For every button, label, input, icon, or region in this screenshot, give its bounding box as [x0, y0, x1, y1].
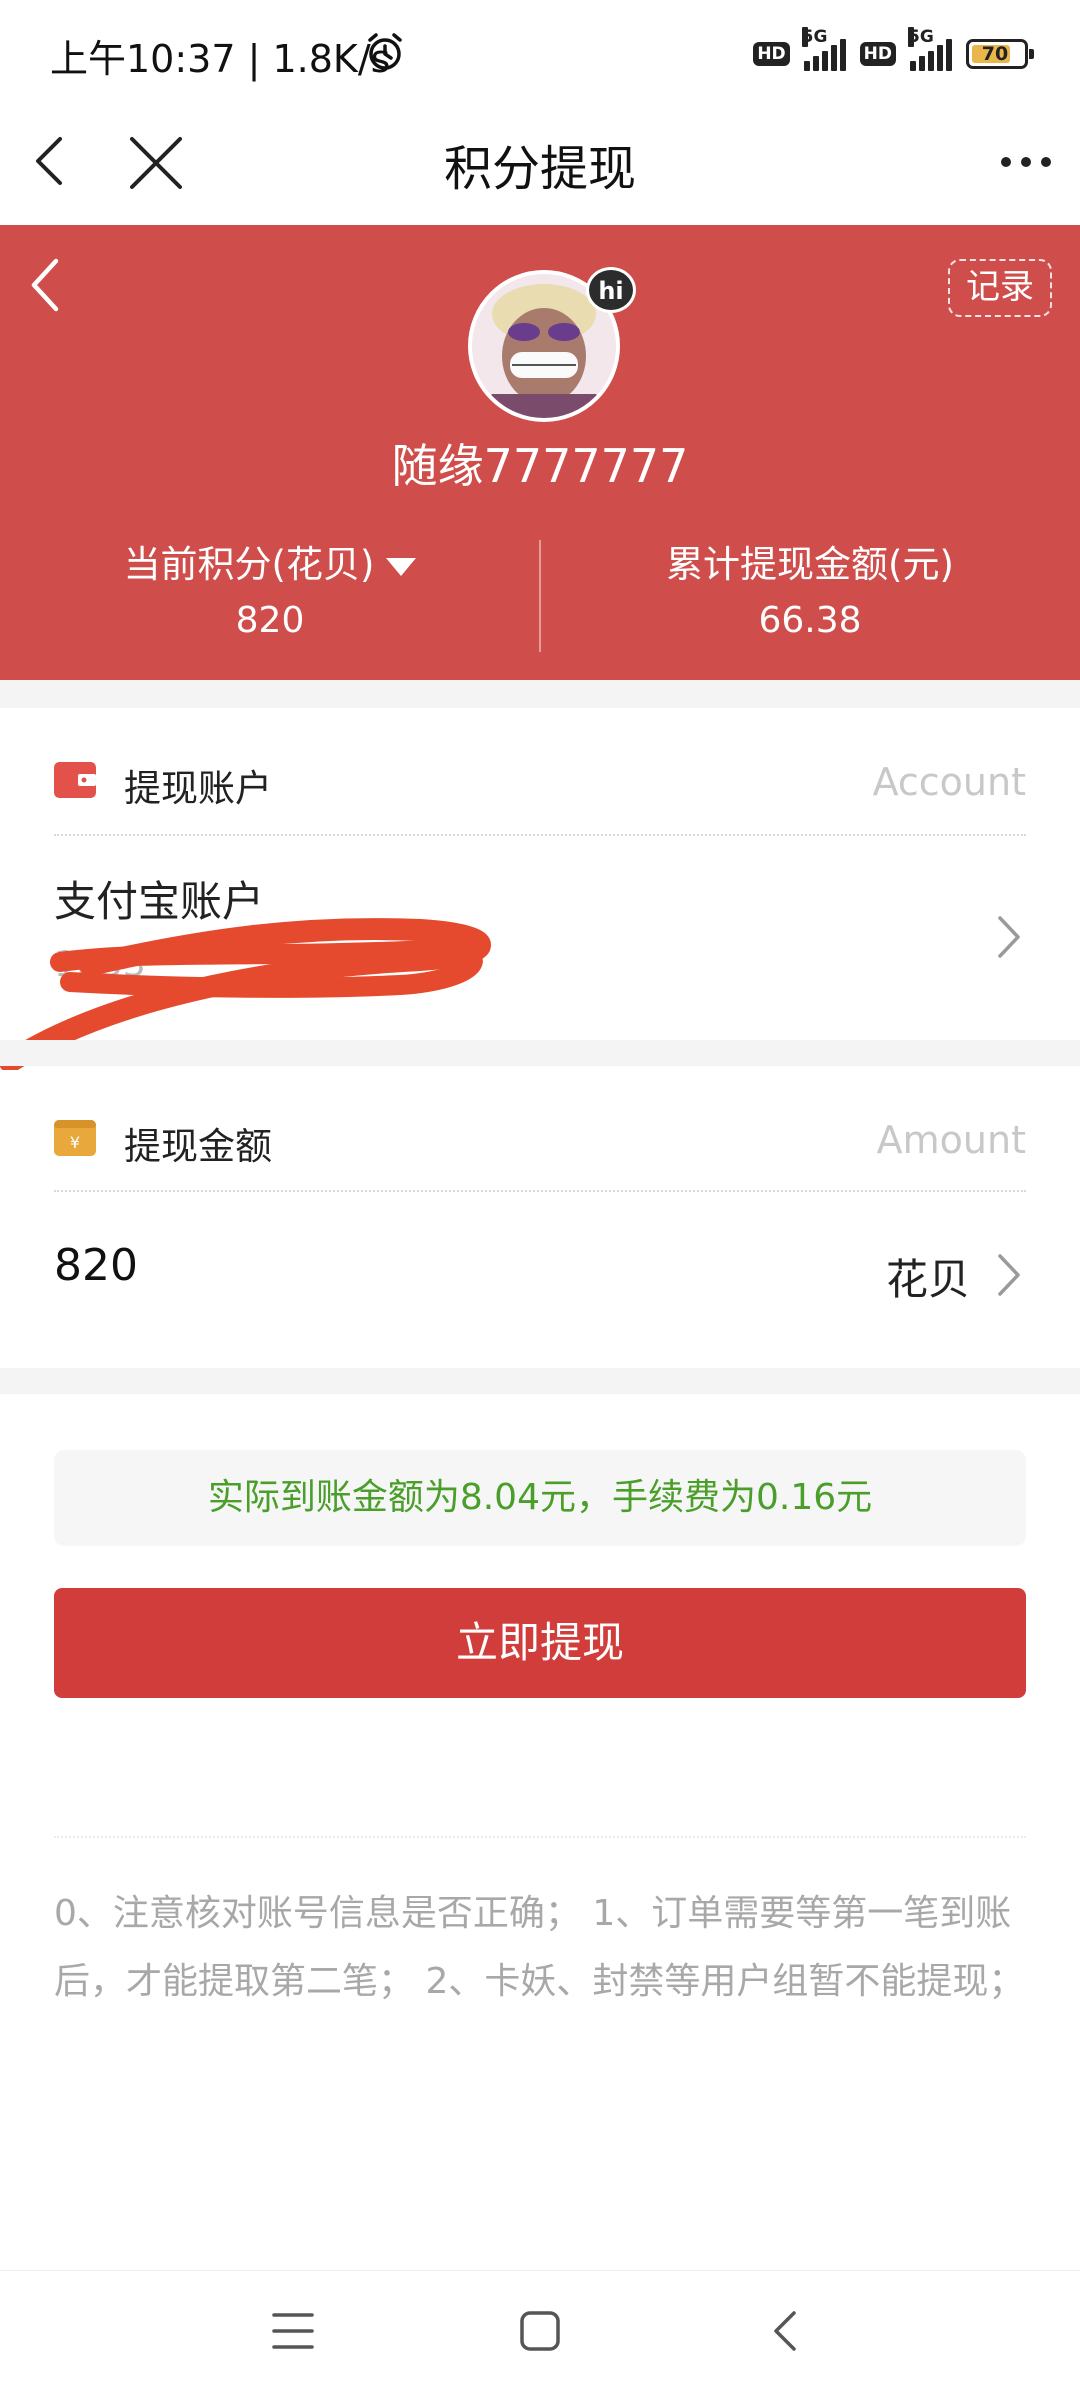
back-icon[interactable] [768, 2309, 802, 2353]
menu-icon[interactable] [272, 2311, 314, 2351]
amount-section-en-label: Amount [876, 1118, 1026, 1162]
battery-icon: 70 [966, 39, 1034, 69]
chevron-right-icon[interactable] [992, 912, 1026, 962]
amount-section-title: 提现金额 [124, 1125, 272, 1168]
dotted-divider [54, 1836, 1026, 1838]
withdrawal-tips: 0、注意核对账号信息是否正确； 1、订单需要等第一笔到账后，才能提取第二笔； 2… [54, 1893, 1025, 2002]
wallet-icon [54, 762, 96, 798]
hd-badge: HD [859, 42, 896, 66]
account-section-en-label: Account [872, 760, 1026, 804]
section-divider [0, 680, 1080, 708]
section-divider [0, 1368, 1080, 1394]
system-nav-bar [0, 2270, 1080, 2401]
status-time: 上午10:37 | 1.8K/s [50, 37, 391, 81]
hi-badge: hi [586, 267, 636, 313]
username: 随缘7777777 [391, 439, 689, 493]
total-value: 66.38 [758, 600, 862, 641]
account-section-title: 提现账户 [124, 767, 272, 810]
yen-icon: ¥ [54, 1120, 96, 1156]
home-icon[interactable] [518, 2309, 562, 2353]
more-icon[interactable] [1000, 155, 1052, 169]
withdraw-now-button[interactable]: 立即提现 [54, 1588, 1026, 1698]
profile-header: 记录 hi 随缘7777777 当前积分(花贝) 820 累计提现金额(元) 6… [0, 225, 1080, 680]
signal-icon: 5G [801, 27, 846, 71]
svg-text:¥: ¥ [70, 1133, 80, 1152]
back-arrow-icon[interactable] [20, 253, 70, 317]
points-stat[interactable]: 当前积分(花贝) 820 [0, 540, 540, 646]
fee-notice: 实际到账金额为8.04元，手续费为0.16元 [54, 1450, 1026, 1546]
hd-badge: HD [753, 42, 790, 66]
total-label: 累计提现金额(元) [666, 543, 954, 586]
signal-icon: 5G [908, 27, 952, 71]
total-withdrawn-stat: 累计提现金额(元) 66.38 [540, 540, 1080, 646]
nav-bar: 积分提现 [0, 105, 1080, 225]
points-value: 820 [235, 600, 305, 641]
unit-selector[interactable]: 花贝 [886, 1246, 970, 1307]
page-title: 积分提现 [443, 141, 636, 197]
points-label: 当前积分(花贝) [0, 540, 540, 590]
chevron-right-icon[interactable] [992, 1250, 1026, 1300]
status-icons: HD 5G HD 5G 70 [753, 27, 1034, 76]
alarm-icon [368, 33, 402, 70]
record-button[interactable]: 记录 [948, 259, 1052, 317]
amount-input[interactable]: 820 [54, 1240, 138, 1291]
status-bar: 上午10:37 | 1.8K/s HD 5G HD 5G 70 [0, 0, 1080, 105]
dotted-divider [54, 1190, 1026, 1192]
dropdown-caret-icon [386, 557, 417, 576]
section-divider [0, 1040, 1080, 1066]
